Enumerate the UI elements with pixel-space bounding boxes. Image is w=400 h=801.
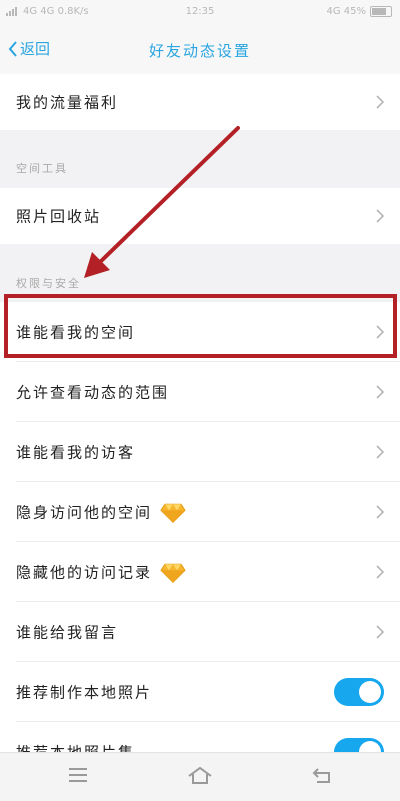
list-item-text: 隐身访问他的空间: [16, 503, 153, 522]
back-label: 返回: [20, 40, 51, 58]
chevron-right-icon: [376, 445, 384, 459]
chevron-right-icon: [376, 325, 384, 339]
diamond-icon: [160, 503, 186, 523]
list-item-hide-visit-records[interactable]: 隐藏他的访问记录: [0, 542, 400, 602]
battery-icon: [370, 6, 392, 17]
home-icon[interactable]: [186, 765, 214, 785]
status-bar: 4G 4G 0.8K/s 12:35 4G 45%: [0, 0, 400, 26]
chevron-right-icon: [376, 209, 384, 223]
list-item-label: 谁能看我的访客: [16, 443, 136, 462]
list-item-label: 允许查看动态的范围: [16, 383, 170, 402]
back-button[interactable]: 返回: [8, 38, 50, 59]
section-header-space-tools: 空间工具: [16, 162, 68, 175]
diamond-icon: [160, 563, 186, 583]
recommend-local-photos-toggle[interactable]: [334, 678, 384, 706]
chevron-right-icon: [376, 95, 384, 109]
list-item-who-can-message[interactable]: 谁能给我留言: [0, 602, 400, 662]
list-item-allow-view-range[interactable]: 允许查看动态的范围: [0, 362, 400, 422]
back-arrow-icon[interactable]: [310, 765, 334, 785]
status-bar-right: 4G 45%: [326, 6, 392, 17]
list-item-photo-recycle[interactable]: 照片回收站: [0, 188, 400, 244]
list-item-who-can-see-space[interactable]: 谁能看我的空间: [0, 302, 400, 362]
list-item-label: 隐藏他的访问记录: [16, 561, 186, 583]
chevron-right-icon: [376, 625, 384, 639]
chevron-right-icon: [376, 505, 384, 519]
list-item-text: 隐藏他的访问记录: [16, 563, 153, 582]
toggle-knob: [359, 681, 381, 703]
list-item-who-can-see-visitors[interactable]: 谁能看我的访客: [0, 422, 400, 482]
chevron-left-icon: [8, 40, 17, 57]
chevron-right-icon: [376, 385, 384, 399]
status-right-text: 4G 45%: [326, 6, 366, 17]
list-item-label: 我的流量福利: [16, 93, 119, 112]
navigation-bar: 返回 好友动态设置: [0, 26, 400, 74]
list-item-recommend-local-photos: 推荐制作本地照片: [0, 662, 400, 722]
list-item-label: 推荐制作本地照片: [16, 683, 153, 702]
list-item-label: 谁能看我的空间: [16, 323, 136, 342]
page-title: 好友动态设置: [148, 42, 251, 60]
list-item-traffic[interactable]: 我的流量福利: [0, 74, 400, 130]
list-item-stealth-visit[interactable]: 隐身访问他的空间: [0, 482, 400, 542]
menu-icon[interactable]: [66, 765, 90, 785]
section-header-permissions: 权限与安全: [16, 277, 81, 290]
list-item-label: 照片回收站: [16, 207, 102, 226]
chevron-right-icon: [376, 565, 384, 579]
system-nav-bar: [0, 752, 400, 801]
list-item-label: 谁能给我留言: [16, 623, 119, 642]
list-item-label: 隐身访问他的空间: [16, 501, 186, 523]
